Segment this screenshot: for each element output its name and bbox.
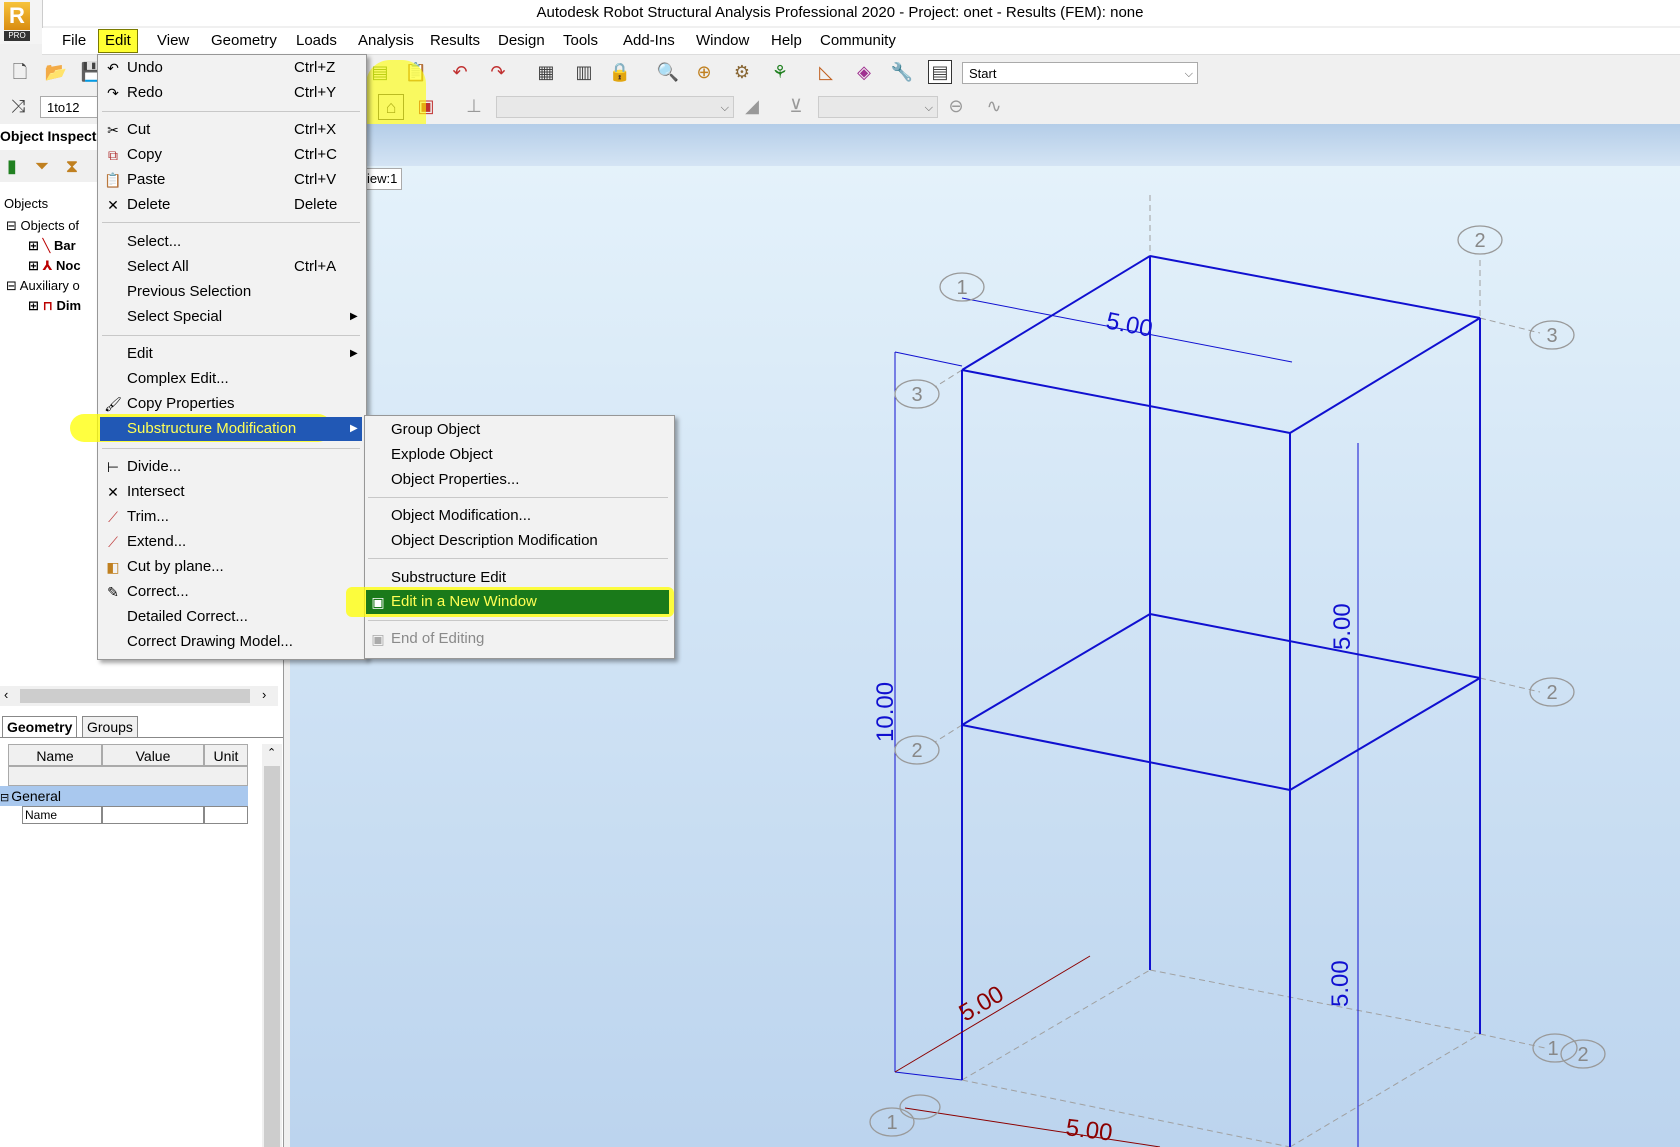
dim-base-right: 5.00 [1064,1114,1114,1146]
structure-bars [961,255,1481,1147]
grid-label-2c: 2 [911,740,922,762]
menu-extend[interactable]: ⟋ Extend... [98,530,364,554]
menu-paste[interactable]: 📋 Paste Ctrl+V [98,168,364,192]
grid-lines [934,195,1546,1147]
dim-height-upper: 5.00 [1329,603,1356,650]
menu-object-properties[interactable]: Object Properties... [366,468,671,492]
submenu-arrow-icon: ▶ [350,348,358,359]
dimension-texts: 5.00 10.00 5.00 5.00 [872,307,1356,1007]
delete-icon: ✕ [107,197,119,213]
menu-trim[interactable]: ⟋ Trim... [98,505,364,529]
menu-end-of-editing[interactable]: ▣ End of Editing [366,627,671,651]
extend-icon: ⟋ [108,534,118,550]
menu-select-special[interactable]: Select Special ▶ [98,305,364,329]
menu-object-description-modification[interactable]: Object Description Modification [366,529,671,553]
menu-separator [102,448,360,449]
menu-separator [102,111,360,112]
menu-previous-selection[interactable]: Previous Selection [98,280,364,304]
new-window-icon: ▣ [371,594,385,610]
grid-label-2b: 2 [1546,682,1557,704]
grid-label-1c: 1 [886,1112,897,1134]
grid-label-1a: 1 [956,277,967,299]
correct-icon: ✎ [107,584,119,600]
submenu-arrow-icon: ▶ [350,423,358,434]
menu-separator [368,620,668,621]
cut-icon: ✂ [107,122,119,138]
menu-intersect[interactable]: ✕ Intersect [98,480,364,504]
menu-edit-sub[interactable]: Edit ▶ [98,342,364,366]
menu-copy-properties[interactable]: 🖌 Copy Properties [98,392,364,416]
menu-redo[interactable]: ↷ Redo Ctrl+Y [98,81,364,105]
menu-divide[interactable]: ⊢ Divide... [98,455,364,479]
menu-substructure-modification[interactable]: Substructure Modification ▶ [100,417,362,441]
intersect-icon: ✕ [107,484,119,500]
menu-delete[interactable]: ✕ Delete Delete [98,193,364,217]
menu-separator [102,335,360,336]
base-dimension-lines [894,955,1161,1147]
base-dimension-texts: 5.00 5.00 [955,980,1114,1146]
grid-label-2a: 2 [1474,230,1485,252]
grid-label-3b: 3 [911,384,922,406]
menu-separator [368,558,668,559]
trim-icon: ⟋ [108,509,118,525]
dim-height-total: 10.00 [872,682,899,742]
menu-cut-by-plane[interactable]: ◧ Cut by plane... [98,555,364,579]
redo-icon: ↷ [107,85,119,101]
menu-separator [102,222,360,223]
paste-icon: 📋 [104,172,122,188]
menu-separator [368,497,668,498]
menu-edit-in-new-window[interactable]: ▣ Edit in a New Window [366,590,669,614]
divide-icon: ⊢ [106,459,120,475]
grid-label-1b: 1 [1547,1038,1558,1060]
dim-height-lower: 5.00 [1327,960,1354,1007]
submenu-arrow-icon: ▶ [350,311,358,322]
menu-correct-drawing-model[interactable]: Correct Drawing Model... [98,630,364,654]
menu-select-all[interactable]: Select All Ctrl+A [98,255,364,279]
menu-cut[interactable]: ✂ Cut Ctrl+X [98,118,364,142]
cut-plane-icon: ◧ [106,559,120,575]
menu-group-object[interactable]: Group Object [366,418,671,442]
grid-label-2d: 2 [1577,1044,1588,1066]
menu-select[interactable]: Select... [98,230,364,254]
menu-object-modification[interactable]: Object Modification... [366,504,671,528]
menu-undo[interactable]: ↶ Undo Ctrl+Z [98,56,364,80]
grid-label-3a: 3 [1546,325,1557,347]
brush-icon: 🖌 [104,396,122,412]
menu-explode-object[interactable]: Explode Object [366,443,671,467]
copy-icon: ⧉ [108,147,118,163]
menu-correct[interactable]: ✎ Correct... [98,580,364,604]
end-editing-icon: ▣ [371,631,385,647]
menu-copy[interactable]: ⧉ Copy Ctrl+C [98,143,364,167]
undo-icon: ↶ [107,60,119,76]
dim-top: 5.00 [1104,307,1155,342]
menu-complex-edit[interactable]: Complex Edit... [98,367,364,391]
menu-detailed-correct[interactable]: Detailed Correct... [98,605,364,629]
